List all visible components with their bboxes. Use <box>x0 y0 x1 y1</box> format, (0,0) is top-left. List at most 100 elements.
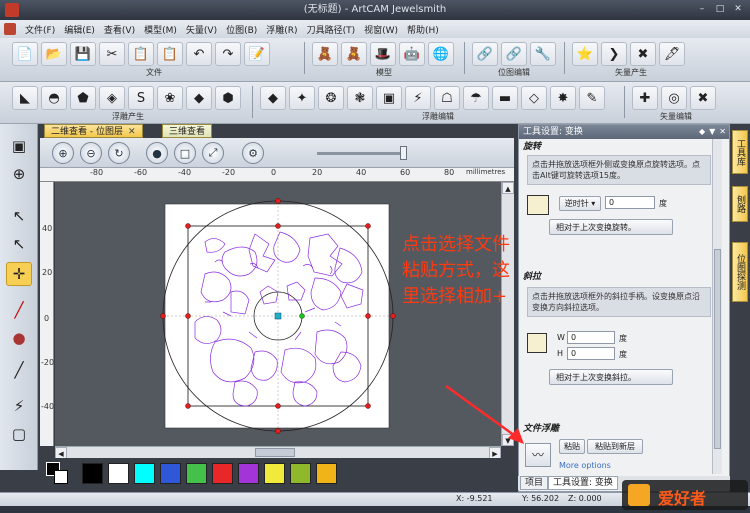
rotation-angle-input[interactable]: 0 <box>605 196 655 209</box>
menu-edit[interactable]: 编辑(E) <box>64 23 95 36</box>
tab-tool-settings[interactable]: 工具设置: 变换 <box>548 476 618 490</box>
panel-close-icon[interactable]: ✕ <box>719 125 726 139</box>
hat-model-icon[interactable]: 🎩 <box>370 42 396 66</box>
zoom-box-icon[interactable]: □ <box>174 142 196 164</box>
shear-w-input[interactable]: 0 <box>567 331 615 344</box>
save-icon[interactable]: 💾 <box>70 42 96 66</box>
star-icon[interactable]: ⭐ <box>572 42 598 66</box>
relief-shape-7-icon[interactable]: ◆ <box>186 86 212 110</box>
color-swatch[interactable] <box>108 463 129 484</box>
tab-close-icon[interactable]: ✕ <box>128 127 136 137</box>
new-file-icon[interactable]: 📄 <box>12 42 38 66</box>
arrow-right-icon[interactable]: ❯ <box>601 42 627 66</box>
node-edit-icon[interactable]: ↖ <box>6 232 32 256</box>
minimize-button[interactable]: – <box>694 2 710 17</box>
open-folder-icon[interactable]: 📂 <box>41 42 67 66</box>
drawing-canvas[interactable] <box>55 182 501 446</box>
select-pointer-icon[interactable]: ↖ <box>6 204 32 228</box>
app-menu-icon[interactable] <box>4 23 16 35</box>
menu-help[interactable]: 帮助(H) <box>407 23 439 36</box>
color-swatch[interactable] <box>82 463 103 484</box>
view-settings-icon[interactable]: ⚙ <box>242 142 264 164</box>
select-layer-icon[interactable]: ▣ <box>6 134 32 158</box>
transform-tool-icon[interactable]: ✛ <box>6 262 32 286</box>
copy-icon[interactable]: 📋 <box>128 42 154 66</box>
relief-edit-7-icon[interactable]: ☖ <box>434 86 460 110</box>
delete-vector-icon[interactable]: ✖ <box>690 86 716 110</box>
relief-edit-3-icon[interactable]: ❂ <box>318 86 344 110</box>
globe-model-icon[interactable]: 🌐 <box>428 42 454 66</box>
tab-project[interactable]: 项目 <box>520 476 549 490</box>
relief-edit-4-icon[interactable]: ❃ <box>347 86 373 110</box>
menu-model[interactable]: 模型(M) <box>144 23 177 36</box>
side-tab-bitmap-probe[interactable]: 位图探测 <box>732 242 748 302</box>
side-tab-tool-library[interactable]: 工具库 <box>732 130 748 174</box>
zoom-in-icon[interactable]: ⊕ <box>52 142 74 164</box>
zoom-slider-handle[interactable] <box>400 146 407 160</box>
more-options-link[interactable]: More options <box>559 461 611 470</box>
relief-shape-4-icon[interactable]: ◈ <box>99 86 125 110</box>
panel-scroll-thumb[interactable] <box>714 249 721 449</box>
wrench-icon[interactable]: 🔧 <box>530 42 556 66</box>
color-swatch[interactable] <box>264 463 285 484</box>
menu-view[interactable]: 查看(V) <box>104 23 135 36</box>
relief-shape-6-icon[interactable]: ❀ <box>157 86 183 110</box>
ring-icon[interactable]: ◎ <box>661 86 687 110</box>
relief-edit-1-icon[interactable]: ◆ <box>260 86 286 110</box>
bear-model-2-icon[interactable]: 🧸 <box>341 42 367 66</box>
zoom-slider[interactable] <box>317 146 407 160</box>
fill-icon[interactable]: ● <box>6 326 32 350</box>
scroll-up-icon[interactable]: ▲ <box>502 182 514 194</box>
secondary-color-swatch[interactable] <box>54 470 68 484</box>
link-2-icon[interactable]: 🔗 <box>501 42 527 66</box>
rectangle-icon[interactable]: ▢ <box>6 422 32 446</box>
cross-icon[interactable]: ✖ <box>630 42 656 66</box>
robot-model-icon[interactable]: 🤖 <box>399 42 425 66</box>
horizontal-scrollbar[interactable]: ◀ ▶ <box>55 446 501 459</box>
zoom-extents-icon[interactable]: ⤢ <box>202 142 224 164</box>
relief-edit-10-icon[interactable]: ◇ <box>521 86 547 110</box>
redo-icon[interactable]: ↷ <box>215 42 241 66</box>
relief-shape-3-icon[interactable]: ⬟ <box>70 86 96 110</box>
tab-3d-view[interactable]: 三维查看 <box>162 124 213 138</box>
cut-icon[interactable]: ✂ <box>99 42 125 66</box>
menu-bitmap[interactable]: 位图(B) <box>226 23 257 36</box>
panel-menu-icon[interactable]: ▼ <box>709 125 715 139</box>
tab-2d-view[interactable]: 二维查看 - 位图层 ✕ <box>44 124 143 138</box>
paste-new-layer-button[interactable]: 粘贴到新层 <box>587 439 643 454</box>
relief-edit-8-icon[interactable]: ☂ <box>463 86 489 110</box>
pen-icon[interactable]: 🖋 <box>659 42 685 66</box>
color-swatch[interactable] <box>212 463 233 484</box>
bear-model-icon[interactable]: 🧸 <box>312 42 338 66</box>
shear-relative-button[interactable]: 相对于上次变换斜拉。 <box>549 369 673 385</box>
relief-shape-2-icon[interactable]: ◓ <box>41 86 67 110</box>
relief-edit-9-icon[interactable]: ▬ <box>492 86 518 110</box>
relief-edit-5-icon[interactable]: ▣ <box>376 86 402 110</box>
color-swatch[interactable] <box>290 463 311 484</box>
shear-h-input[interactable]: 0 <box>567 347 615 360</box>
maximize-button[interactable]: □ <box>712 2 728 17</box>
relief-edit-11-icon[interactable]: ✸ <box>550 86 576 110</box>
side-tab-layers[interactable]: 刨路 <box>732 186 748 222</box>
relief-edit-2-icon[interactable]: ✦ <box>289 86 315 110</box>
color-swatch[interactable] <box>316 463 337 484</box>
relief-shape-5-icon[interactable]: S <box>128 86 154 110</box>
relief-edit-12-icon[interactable]: ✎ <box>579 86 605 110</box>
add-vector-icon[interactable]: ✚ <box>632 86 658 110</box>
flag-icon[interactable]: ⚡ <box>6 394 32 418</box>
color-swatch[interactable] <box>134 463 155 484</box>
notes-icon[interactable]: 📝 <box>244 42 270 66</box>
link-icon[interactable]: 🔗 <box>472 42 498 66</box>
rotate-relative-button[interactable]: 相对于上次变换旋转。 <box>549 219 673 235</box>
menu-vector[interactable]: 矢量(V) <box>186 23 217 36</box>
paste-button[interactable]: 粘贴 <box>559 439 585 454</box>
color-swatch[interactable] <box>160 463 181 484</box>
rotation-direction-select[interactable]: 逆时针 ▾ <box>559 196 601 211</box>
paste-icon[interactable]: 📋 <box>157 42 183 66</box>
zoom-previous-icon[interactable]: ↻ <box>108 142 130 164</box>
zoom-out-icon[interactable]: ⊖ <box>80 142 102 164</box>
undo-icon[interactable]: ↶ <box>186 42 212 66</box>
relief-shape-1-icon[interactable]: ◣ <box>12 86 38 110</box>
menu-file[interactable]: 文件(F) <box>25 23 55 36</box>
menu-window[interactable]: 视窗(W) <box>364 23 398 36</box>
